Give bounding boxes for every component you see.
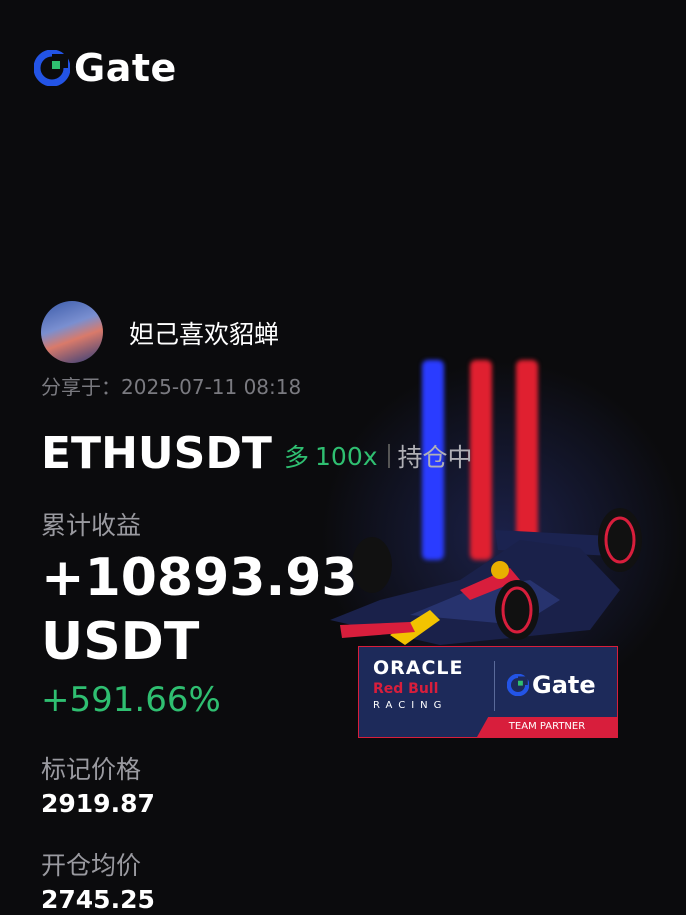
- position-tags: 多 100x 持仓中: [284, 438, 473, 474]
- entry-price-label: 开仓均价: [41, 851, 142, 880]
- direction-label: 多: [284, 443, 310, 472]
- avatar[interactable]: [41, 301, 103, 363]
- gate-logo: Gate: [34, 46, 177, 90]
- mark-price-label: 标记价格: [41, 755, 142, 784]
- sponsor-badge: ORACLE Red Bull RACING Gate TEAM PARTNER: [358, 646, 618, 738]
- trading-pair: ETHUSDT: [41, 428, 272, 479]
- promo-artwork: [320, 360, 686, 680]
- gate-logo-icon: [507, 674, 529, 696]
- gate-logo-icon: [34, 50, 70, 86]
- brand-name: Gate: [74, 46, 177, 90]
- entry-price-value: 2745.25: [41, 885, 155, 914]
- team-partner-tag: TEAM PARTNER: [477, 717, 617, 737]
- racing-text: RACING: [373, 700, 448, 711]
- pnl-value: +10893.93: [41, 548, 358, 608]
- pnl-label: 累计收益: [41, 511, 142, 540]
- pnl-unit: USDT: [41, 612, 200, 672]
- mark-price-value: 2919.87: [41, 789, 155, 818]
- badge-gate-logo: Gate: [507, 671, 596, 699]
- username: 妲己喜欢貂蝉: [129, 320, 280, 349]
- badge-gate-text: Gate: [532, 671, 596, 699]
- pnl-percent: +591.66%: [41, 680, 221, 720]
- redbull-text: Red Bull: [373, 681, 439, 697]
- badge-divider: [494, 661, 495, 711]
- oracle-redbull-racing-logo: ORACLE Red Bull RACING: [373, 657, 485, 711]
- oracle-text: ORACLE: [373, 657, 464, 679]
- position-status: 持仓中: [397, 443, 473, 472]
- tag-divider: [387, 444, 390, 468]
- leverage-label: 100x: [315, 441, 378, 471]
- share-time: 分享于：2025-07-11 08:18: [41, 375, 302, 399]
